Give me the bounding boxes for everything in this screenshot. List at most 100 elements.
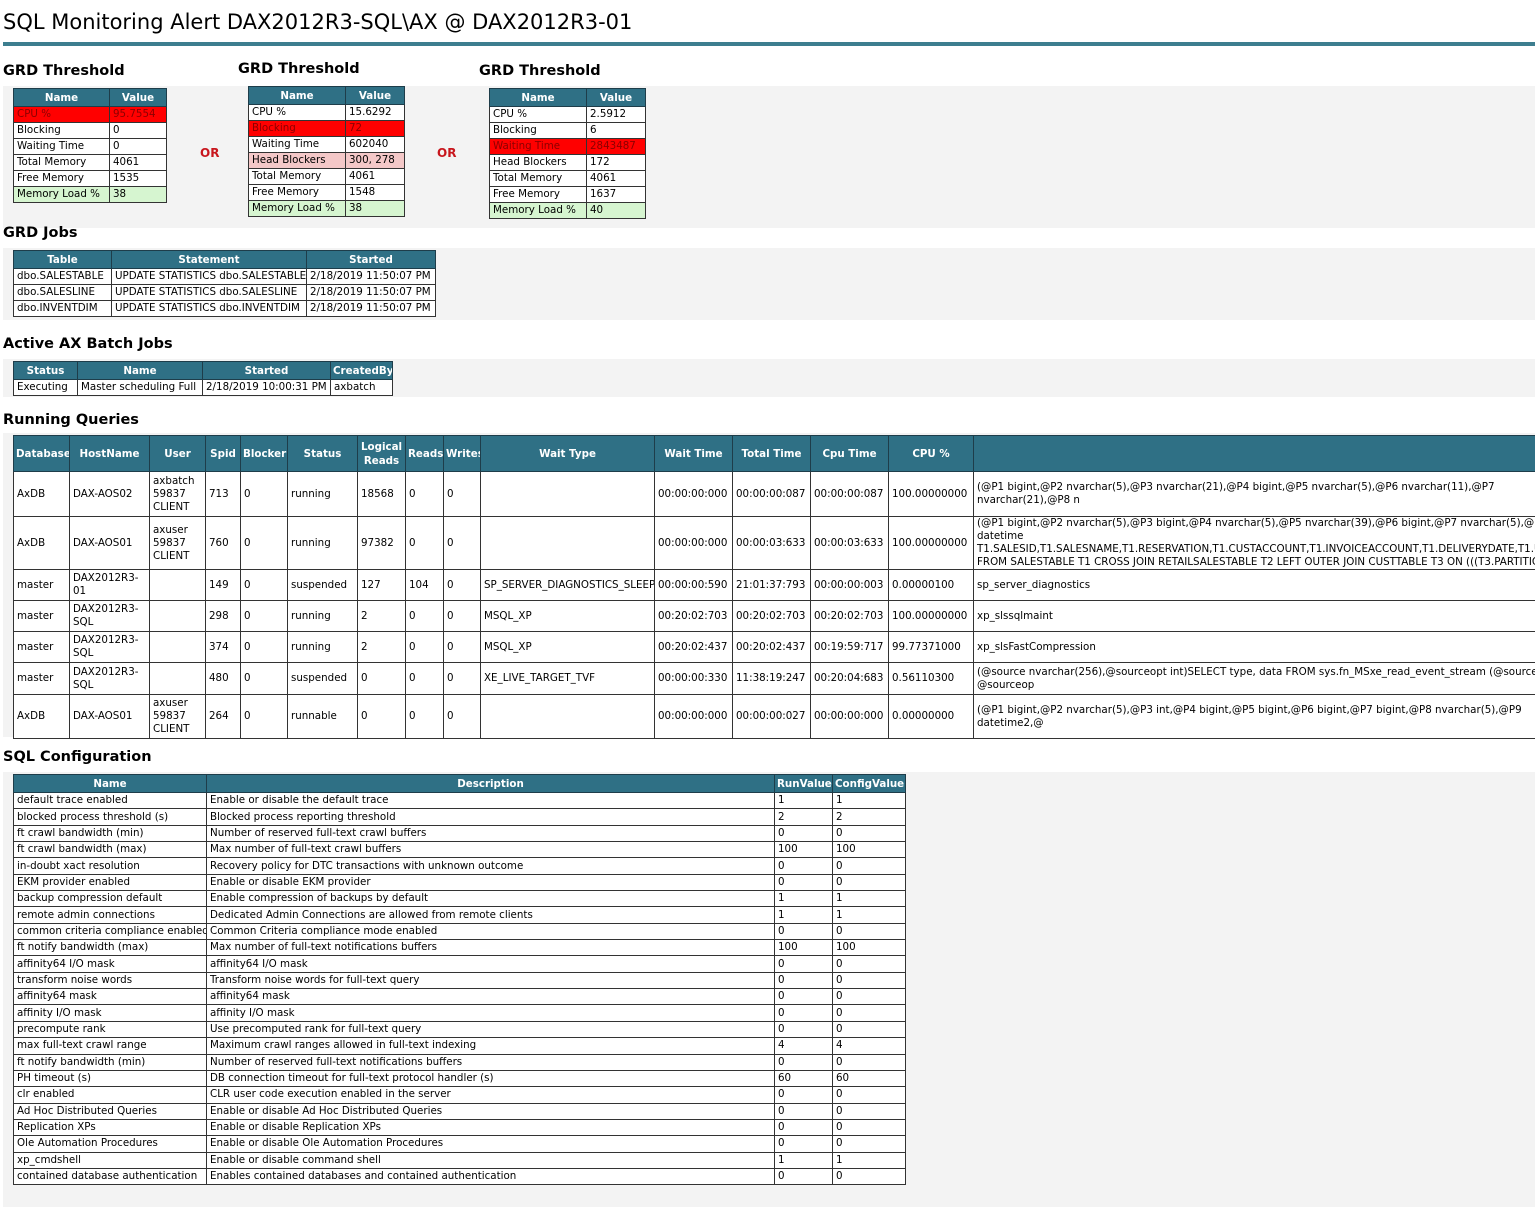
wait-type-cell: MSQL_XP [480,631,655,663]
column-header-status: Status [287,435,358,472]
writes-cell: 0 [443,569,481,601]
configvalue-cell: 0 [832,1020,906,1039]
name-cell: affinity I/O mask [13,1004,207,1022]
column-header-createdby: CreatedBy [330,361,393,380]
table-row: remote admin connections Dedicated Admin … [13,906,906,924]
query-text-cell: (@source nvarchar(256),@sourceopt int)SE… [973,662,1535,695]
total-time-cell: 11:38:19:247 [732,662,811,695]
threshold-row: Free Memory 1637 [489,186,646,203]
runvalue-cell: 60 [774,1069,833,1088]
query-text-cell: sp_server_diagnostics [973,569,1535,601]
database-cell: master [13,662,70,695]
reads-cell: 104 [405,569,444,601]
hostname-cell: DAX-AOS01 [69,516,150,570]
threshold-row: Total Memory 4061 [13,154,167,171]
configvalue-cell: 0 [832,988,906,1006]
status-cell: Executing [13,379,78,396]
logical-reads-cell: 0 [357,662,406,695]
column-header-user: User [149,435,206,472]
table-row: AxDB DAX-AOS01 axuser 59837 CLIENT 760 0 runn… [13,516,1535,570]
configvalue-cell: 0 [832,971,906,990]
blocker-cell: 0 [240,662,288,695]
database-cell: master [13,569,70,601]
configvalue-cell: 0 [832,1118,906,1137]
description-cell: Enable or disable Replication XPs [206,1118,775,1137]
column-header-hostname: HostName [69,435,150,472]
status-cell: suspended [287,569,358,601]
database-cell: AxDB [13,516,70,570]
blocker-cell: 0 [240,694,288,739]
column-header-name: Name [248,86,346,105]
configvalue-cell: 0 [832,1053,906,1071]
hostname-cell: DAX-AOS01 [69,694,150,739]
column-header-writes: Writes [443,435,481,472]
metric-name: Free Memory [489,186,587,203]
reads-cell: 0 [405,631,444,663]
metric-value: 1535 [109,170,167,187]
blocker-cell: 0 [240,516,288,570]
column-header-statement: Statement [111,250,307,269]
cpu-time-cell: 00:00:00:000 [810,694,889,739]
configvalue-cell: 0 [832,857,906,875]
table-cell: dbo.INVENTDIM [13,300,112,317]
threshold-row: Blocking 0 [13,122,167,139]
name-cell: default trace enabled [13,791,207,810]
description-cell: Enable or disable Ad Hoc Distributed Que… [206,1102,775,1120]
metric-value: 95.7554 [109,106,167,123]
configvalue-cell: 4 [832,1037,906,1055]
metric-value: 1637 [586,186,646,203]
name-cell: ft notify bandwidth (max) [13,939,207,957]
cpu-percent-cell: 100.00000000 [888,471,974,517]
metric-value: 2.5912 [586,106,646,123]
configvalue-cell: 2 [832,808,906,826]
configvalue-cell: 1 [832,890,906,908]
table-row: master DAX2012R3-SQL 298 0 running 2 0 0 MSQL_XP… [13,600,1535,632]
metric-value: 15.6292 [345,104,405,121]
spid-cell: 149 [205,569,241,601]
column-header-table: Table [13,250,112,269]
started-cell: 2/18/2019 10:00:31 PM [202,379,331,396]
grd-threshold-table-3: Name Value CPU % 2.5912 Blocking 6 Waiting T… [489,88,646,219]
metric-name: Memory Load % [13,186,110,203]
cpu-time-cell: 00:20:02:703 [810,600,889,632]
threshold-row: CPU % 2.5912 [489,106,646,123]
cpu-time-cell: 00:20:04:683 [810,662,889,695]
description-cell: affinity64 mask [206,988,775,1006]
runvalue-cell: 100 [774,841,833,859]
name-cell: xp_cmdshell [13,1151,207,1169]
metric-name: CPU % [13,106,110,123]
logical-reads-cell: 18568 [357,471,406,517]
writes-cell: 0 [443,631,481,663]
query-text-cell: xp_slsFastCompression [973,631,1535,663]
reads-cell: 0 [405,516,444,570]
sql-config-table: Name Description RunValue ConfigValue de… [13,774,906,1186]
spid-cell: 760 [205,516,241,570]
writes-cell: 0 [443,662,481,695]
table-row: AxDB DAX-AOS02 axbatch 59837 CLIENT 713 0 run… [13,471,1535,517]
status-cell: running [287,600,358,632]
wait-time-cell: 00:20:02:703 [654,600,733,632]
total-time-cell: 00:20:02:437 [732,631,811,663]
spid-cell: 374 [205,631,241,663]
name-cell: backup compression default [13,890,207,908]
started-cell: 2/18/2019 11:50:07 PM [306,300,436,317]
threshold-row: Total Memory 4061 [248,168,405,185]
table-row: Executing Master scheduling Full 2/18/2019… [13,379,393,396]
runvalue-cell: 100 [774,939,833,957]
table-row: ft notify bandwidth (max) Max number of f… [13,939,906,957]
runvalue-cell: 0 [774,1004,833,1022]
running-queries-heading: Running Queries [3,412,139,428]
metric-value: 0 [109,122,167,139]
query-text-cell: xp_slssqlmaint [973,600,1535,632]
cpu-percent-cell: 100.00000000 [888,600,974,632]
configvalue-cell: 1 [832,791,906,810]
total-time-cell: 00:20:02:703 [732,600,811,632]
table-row: ft notify bandwidth (min) Number of reser… [13,1053,906,1071]
runvalue-cell: 1 [774,1151,833,1169]
threshold-row: Head Blockers 172 [489,154,646,171]
column-header-description: Description [206,774,775,793]
threshold-row: Waiting Time 602040 [248,136,405,153]
wait-type-cell: MSQL_XP [480,600,655,632]
description-cell: Enable or disable Ole Automation Procedu… [206,1135,775,1153]
wait-type-cell [480,516,655,570]
